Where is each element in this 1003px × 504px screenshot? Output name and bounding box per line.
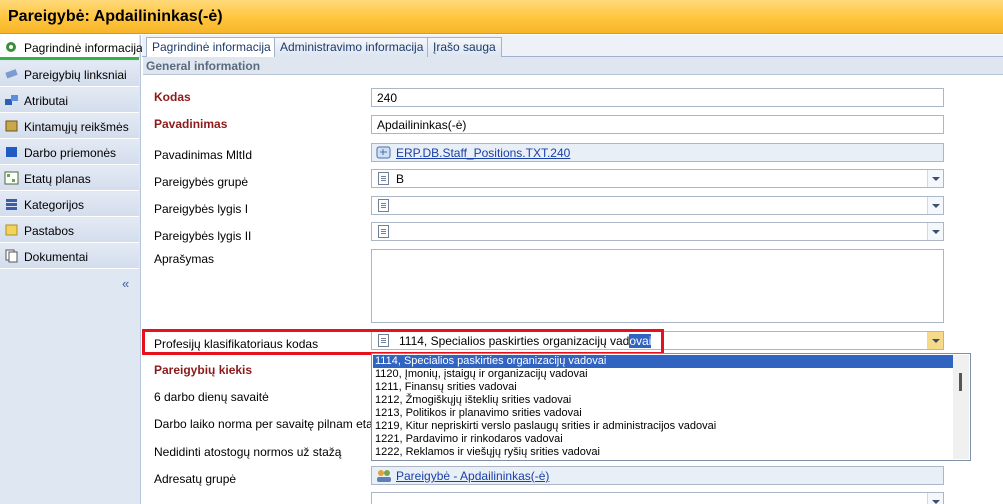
kiekis-label: Pareigybių kiekis: [154, 363, 253, 377]
pencil-icon: [5, 69, 18, 79]
pavadinimas-field[interactable]: Apdailininkas(-ė): [371, 115, 944, 134]
list-item[interactable]: 1120, Įmonių, įstaigų ir organizacijų va…: [373, 368, 953, 381]
sidebar-item-label: Dokumentai: [24, 250, 89, 264]
sidebar-item-dokumentai[interactable]: Dokumentai: [0, 244, 139, 269]
sidebar-item-pagrindine[interactable]: Pagrindinė informacija: [0, 35, 143, 60]
sidebar-item-kategorijos[interactable]: Kategorijos: [0, 192, 139, 217]
aprasymas-label: Aprašymas: [154, 252, 215, 266]
sidebar-item-etatu[interactable]: Etatų planas: [0, 166, 139, 191]
title-bar: Pareigybė: Apdailininkas(-ė): [0, 0, 1003, 34]
list-item[interactable]: 1212, Žmogiškųjų išteklių srities vadova…: [373, 394, 953, 407]
chevron-down-icon[interactable]: [927, 223, 943, 240]
stack-icon: [6, 199, 17, 210]
sidebar-item-linksniai[interactable]: Pareigybių linksniai: [0, 62, 139, 87]
chevron-down-icon[interactable]: [927, 493, 943, 504]
list-item[interactable]: 1213, Politikos ir planavimo srities vad…: [373, 407, 953, 420]
chevron-down-icon[interactable]: [927, 170, 943, 187]
aprasymas-textarea[interactable]: [371, 249, 944, 323]
section-header: General information: [143, 57, 1003, 75]
sidebar-item-kintamuju[interactable]: Kintamųjų reikšmės: [0, 114, 139, 139]
sidebar-item-label: Pastabos: [24, 224, 75, 238]
section-title: General information: [146, 59, 261, 73]
list-item[interactable]: 1114, Specialios paskirties organizacijų…: [373, 355, 953, 368]
darbo-laiko-label: Darbo laiko norma per savaitę pilnam eta…: [154, 417, 386, 431]
gear-icon: [6, 42, 16, 52]
mltid-link[interactable]: ERP.DB.Staff_Positions.TXT.240: [396, 146, 570, 160]
adresatu-label: Adresatų grupė: [154, 472, 237, 486]
attributes-icon: [5, 95, 18, 105]
darbo-dienu-label: 6 darbo dienų savaitė: [154, 390, 269, 404]
dropdown-list[interactable]: 1114, Specialios paskirties organizacijų…: [371, 353, 971, 461]
window-title: Pareigybė: Apdailininkas(-ė): [8, 8, 223, 25]
grupe-value: B: [396, 172, 405, 186]
adresatu-link-field[interactable]: Pareigybė - Apdailininkas(-ė): [371, 466, 944, 485]
lygis1-combo[interactable]: [371, 196, 944, 215]
translate-icon: [376, 146, 391, 159]
list-item[interactable]: 1211, Finansų srities vadovai: [373, 381, 953, 394]
lygis2-label: Pareigybės lygis II: [154, 229, 252, 243]
sidebar: Pagrindinė informacija Pareigybių linksn…: [0, 35, 143, 504]
list-item[interactable]: 1219, Kitur nepriskirti verslo paslaugų …: [373, 420, 953, 433]
adresatu-link[interactable]: Pareigybė - Apdailininkas(-ė): [396, 469, 549, 483]
nedidinti-label: Nedidinti atostogų normos už stažą: [154, 445, 342, 459]
kodas-field[interactable]: 240: [371, 88, 944, 107]
mltid-link-field[interactable]: ERP.DB.Staff_Positions.TXT.240: [371, 143, 944, 162]
list-item[interactable]: 1222, Reklamos ir viešųjų ryšių srities …: [373, 446, 953, 459]
sidebar-item-label: Etatų planas: [24, 172, 91, 186]
sidebar-item-atributai[interactable]: Atributai: [0, 88, 139, 113]
tab-iraso-sauga[interactable]: Įrašo sauga: [427, 37, 502, 57]
book-icon: [5, 120, 18, 132]
sidebar-item-label: Darbo priemonės: [24, 146, 117, 160]
tab-pagrindine[interactable]: Pagrindinė informacija: [146, 37, 277, 58]
document-icon: [378, 225, 389, 238]
highlight-annotation: [142, 329, 664, 355]
documents-icon: [5, 249, 18, 263]
lygis1-label: Pareigybės lygis I: [154, 202, 249, 216]
lygis2-combo[interactable]: [371, 222, 944, 241]
list-item[interactable]: 1221, Pardavimo ir rinkodaros vadovai: [373, 433, 953, 446]
grupe-label: Pareigybės grupė: [154, 175, 249, 189]
collapse-sidebar-button[interactable]: «: [122, 276, 129, 291]
tab-administravimo[interactable]: Administravimo informacija: [274, 37, 430, 57]
sidebar-item-darbo-priemones[interactable]: Darbo priemonės: [0, 140, 139, 165]
sidebar-item-label: Pagrindinė informacija: [24, 41, 143, 55]
sidebar-item-label: Kategorijos: [24, 198, 85, 212]
chevron-down-icon[interactable]: [927, 332, 943, 349]
sidebar-item-label: Pareigybių linksniai: [24, 68, 127, 82]
pavadinimas-label: Pavadinimas: [154, 117, 228, 131]
grupe-combo[interactable]: B: [371, 169, 944, 188]
chevron-down-icon[interactable]: [927, 197, 943, 214]
kodas-label: Kodas: [154, 90, 191, 104]
tab-bar: Pagrindinė informacija Administravimo in…: [142, 35, 1003, 58]
users-group-icon: [377, 470, 391, 482]
next-combo[interactable]: [371, 492, 944, 504]
note-icon: [5, 224, 18, 236]
table-icon: [4, 171, 19, 185]
sidebar-item-label: Atributai: [24, 94, 69, 108]
cube-icon: [6, 147, 17, 157]
dropdown-scrollbar[interactable]: [953, 355, 969, 459]
sidebar-item-label: Kintamųjų reikšmės: [24, 120, 129, 134]
scrollbar-thumb[interactable]: [959, 373, 962, 391]
sidebar-item-pastabos[interactable]: Pastabos: [0, 218, 139, 243]
document-icon: [378, 172, 389, 185]
mltid-label: Pavadinimas MltId: [154, 148, 253, 162]
document-icon: [378, 199, 389, 212]
